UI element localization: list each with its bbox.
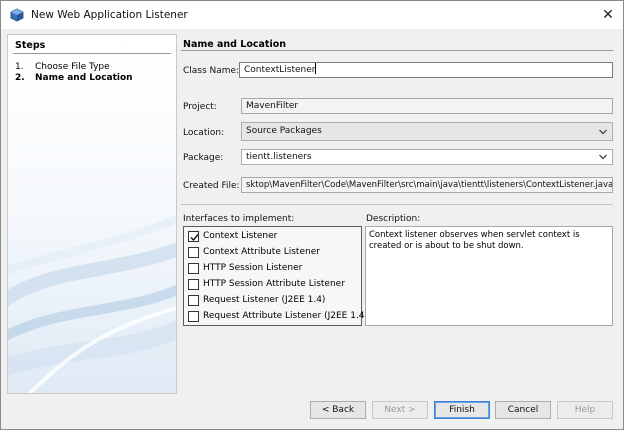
help-button[interactable]: Help: [557, 401, 613, 419]
title-bar[interactable]: New Web Application Listener ✕: [1, 1, 623, 29]
window-title: New Web Application Listener: [31, 9, 188, 21]
description-text: Context listener observes when servlet c…: [369, 230, 580, 251]
project-value: MavenFilter: [246, 101, 299, 111]
interface-label: Request Listener (J2EE 1.4): [203, 295, 326, 305]
decorative-swoosh-art: [8, 215, 176, 393]
description-box: Context listener observes when servlet c…: [365, 226, 613, 326]
dialog-window: New Web Application Listener ✕ Steps 1. C…: [0, 0, 624, 430]
steps-heading: Steps: [15, 40, 46, 51]
interface-http-session-listener[interactable]: HTTP Session Listener: [188, 261, 302, 275]
steps-panel: Steps 1. Choose File Type 2. Name and Loca…: [7, 34, 177, 394]
interface-label: Context Attribute Listener: [203, 247, 320, 257]
interface-context-listener[interactable]: Context Listener: [188, 229, 277, 243]
checkmark-icon: [190, 233, 199, 241]
checkbox[interactable]: [188, 294, 199, 306]
description-label: Description:: [366, 214, 421, 224]
interface-context-attribute-listener[interactable]: Context Attribute Listener: [188, 245, 320, 259]
interface-label: HTTP Session Attribute Listener: [203, 279, 345, 289]
step-choose-file-type: 1. Choose File Type: [15, 62, 110, 72]
section-divider: [181, 50, 613, 51]
created-file-label: Created File:: [183, 181, 240, 191]
class-name-input[interactable]: ContextListener: [239, 62, 613, 78]
steps-divider: [13, 53, 171, 54]
checkbox[interactable]: [188, 310, 199, 322]
interface-label: Request Attribute Listener (J2EE 1.4): [203, 311, 369, 321]
interface-label: HTTP Session Listener: [203, 263, 303, 273]
interface-label: Context Listener: [203, 231, 278, 241]
netbeans-cube-icon: [10, 8, 24, 22]
close-icon: ✕: [602, 7, 614, 23]
chevron-down-icon: [599, 129, 607, 135]
checkbox[interactable]: [188, 246, 199, 258]
section-title: Name and Location: [183, 39, 287, 50]
location-label: Location:: [183, 128, 225, 138]
cancel-button[interactable]: Cancel: [495, 401, 551, 419]
interfaces-label: Interfaces to implement:: [183, 214, 295, 224]
location-value: Source Packages: [246, 126, 322, 136]
location-select[interactable]: Source Packages: [241, 122, 613, 141]
section-separator: [181, 204, 613, 205]
package-label: Package:: [183, 153, 224, 163]
step-number: 1.: [15, 62, 24, 72]
step-label: Choose File Type: [35, 62, 110, 72]
class-name-value: ContextListener: [244, 65, 316, 75]
class-name-label: Class Name:: [183, 66, 240, 76]
finish-button[interactable]: Finish: [434, 401, 490, 419]
back-button[interactable]: < Back: [310, 401, 366, 419]
chevron-down-icon: [599, 154, 607, 160]
text-cursor: [315, 63, 317, 74]
step-name-and-location: 2. Name and Location: [15, 73, 133, 83]
step-number: 2.: [15, 73, 25, 83]
interface-request-listener[interactable]: Request Listener (J2EE 1.4): [188, 293, 325, 307]
step-label: Name and Location: [35, 73, 133, 83]
created-file-field: sktop\MavenFilter\Code\MavenFilter\src\m…: [241, 177, 613, 193]
checkbox[interactable]: [188, 262, 199, 274]
checkbox[interactable]: [188, 278, 199, 290]
checkbox-checked[interactable]: [188, 230, 199, 242]
interfaces-list: Context Listener Context Attribute Liste…: [183, 226, 368, 326]
package-combo[interactable]: tientt.listeners: [241, 149, 613, 165]
project-field: MavenFilter: [241, 98, 613, 114]
project-label: Project:: [183, 102, 217, 112]
created-file-value: sktop\MavenFilter\Code\MavenFilter\src\m…: [246, 180, 613, 190]
interface-request-attribute-listener[interactable]: Request Attribute Listener (J2EE 1.4): [188, 309, 368, 323]
close-button[interactable]: ✕: [597, 5, 619, 25]
package-value: tientt.listeners: [246, 152, 312, 162]
next-button[interactable]: Next >: [372, 401, 428, 419]
interface-http-session-attribute-listener[interactable]: HTTP Session Attribute Listener: [188, 277, 345, 291]
